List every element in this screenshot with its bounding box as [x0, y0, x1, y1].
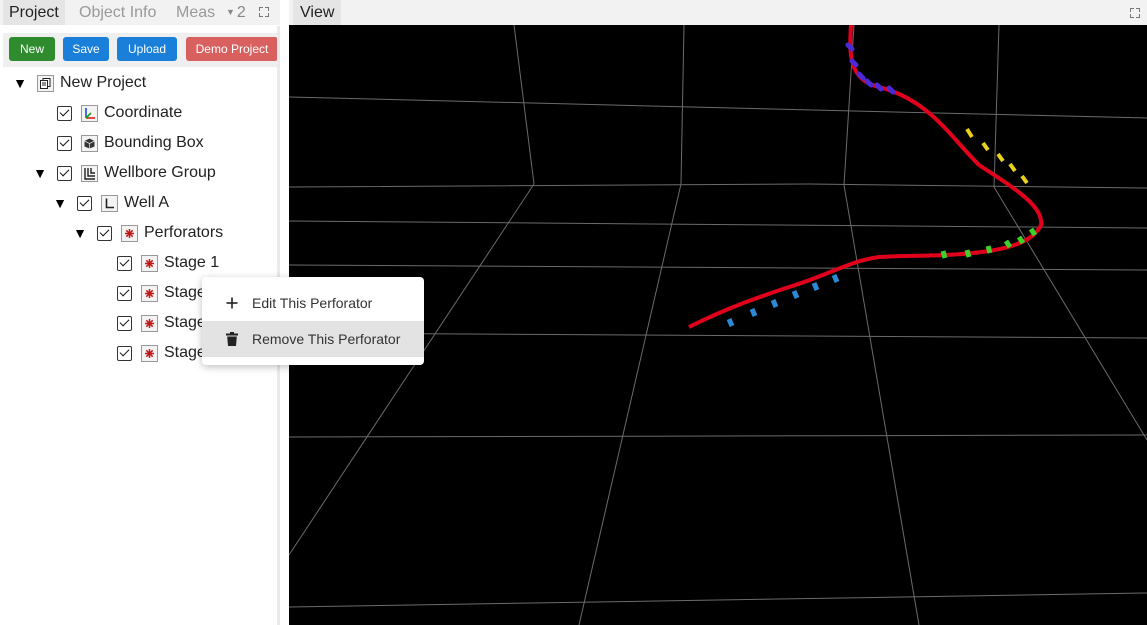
project-icon	[37, 74, 54, 92]
checkbox-icon[interactable]	[77, 195, 92, 211]
well-trajectory	[688, 25, 1044, 329]
tab-object-info[interactable]: Object Info	[73, 0, 162, 25]
coordinate-axes-icon	[81, 104, 98, 122]
checkbox-icon[interactable]	[57, 105, 72, 121]
cube-icon	[81, 134, 98, 152]
tree-item-perforators[interactable]: ▼ Perforators	[73, 222, 223, 244]
tree-label: Well A	[124, 194, 170, 211]
chevron-down-icon[interactable]: ▼	[33, 165, 47, 181]
tree-label: Stage	[164, 344, 206, 361]
chevron-down-icon[interactable]: ▼	[13, 75, 27, 91]
checkbox-icon[interactable]	[57, 135, 72, 151]
tree-item-bounding-box[interactable]: Bounding Box	[57, 132, 204, 154]
tree-label: New Project	[60, 74, 147, 91]
tree-label: Perforators	[144, 224, 224, 241]
perforator-icon	[141, 314, 158, 332]
upload-button[interactable]: Upload	[117, 37, 177, 61]
tree-label: Coordinate	[104, 104, 183, 121]
checkbox-icon[interactable]	[117, 315, 132, 331]
checkbox-icon[interactable]	[117, 345, 132, 361]
more-tabs-count: 2	[236, 4, 246, 21]
tree-label: Stage	[164, 284, 206, 301]
tree-item-stage[interactable]: Stage	[117, 342, 206, 364]
perforator-icon	[121, 224, 138, 242]
maximize-icon[interactable]	[259, 7, 269, 17]
chevron-down-icon[interactable]: ▼	[53, 195, 67, 211]
tab-view[interactable]: View	[293, 0, 342, 25]
tree-label: Stage	[164, 314, 206, 331]
left-tab-bar: Project Object Info Meas ▼ 2	[0, 0, 280, 25]
chevron-down-icon[interactable]: ▼	[73, 225, 87, 241]
tab-meas[interactable]: Meas	[170, 0, 221, 25]
tree-item-stage[interactable]: Stage 1	[117, 252, 219, 274]
perforator-icon	[141, 284, 158, 302]
tree-item-wellbore-group[interactable]: ▼ Wellbore Group	[33, 162, 216, 184]
tree-label: Wellbore Group	[104, 164, 216, 181]
tree-item-stage[interactable]: Stage	[117, 282, 206, 304]
more-tabs-dropdown[interactable]: ▼ 2	[226, 0, 246, 25]
maximize-icon[interactable]	[1130, 8, 1140, 18]
perforator-icon	[141, 254, 158, 272]
trash-icon	[222, 332, 242, 346]
menu-item-label: Edit This Perforator	[252, 295, 373, 311]
context-menu: Edit This Perforator Remove This Perfora…	[202, 277, 424, 365]
tab-project[interactable]: Project	[3, 0, 65, 25]
view-tab-bar: View	[289, 0, 1147, 25]
tree-item-project[interactable]: ▼ New Project	[13, 72, 146, 94]
tree-label: Stage 1	[164, 254, 220, 271]
new-button[interactable]: New	[9, 37, 55, 61]
perforator-icon	[141, 344, 158, 362]
checkbox-icon[interactable]	[57, 165, 72, 181]
demo-project-button[interactable]: Demo Project	[186, 37, 278, 61]
tree-item-well-a[interactable]: ▼ Well A	[53, 192, 169, 214]
toolbar: New Save Upload Demo Project	[3, 33, 278, 67]
edit-perforator-menu-item[interactable]: Edit This Perforator	[202, 285, 424, 321]
chevron-down-icon: ▼	[226, 7, 235, 17]
checkbox-icon[interactable]	[117, 285, 132, 301]
wellbore-group-icon	[81, 164, 98, 182]
remove-perforator-menu-item[interactable]: Remove This Perforator	[202, 321, 424, 357]
tree-item-stage[interactable]: Stage	[117, 312, 206, 334]
checkbox-icon[interactable]	[97, 225, 112, 241]
well-icon	[101, 194, 118, 212]
plus-icon	[222, 297, 242, 309]
menu-item-label: Remove This Perforator	[252, 331, 401, 347]
tree-item-coordinate[interactable]: Coordinate	[57, 102, 182, 124]
save-button[interactable]: Save	[63, 37, 109, 61]
tree-label: Bounding Box	[104, 134, 204, 151]
checkbox-icon[interactable]	[117, 255, 132, 271]
